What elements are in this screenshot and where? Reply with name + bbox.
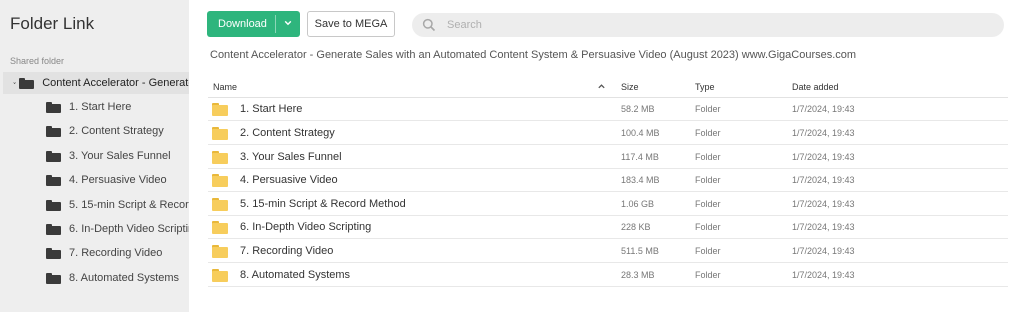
divider <box>275 15 276 33</box>
folder-icon <box>212 245 228 258</box>
table-row[interactable]: 2. Content Strategy 100.4 MB Folder 1/7/… <box>208 122 1008 145</box>
sidebar-item-label: 5. 15-min Script & Record Method <box>69 199 189 211</box>
row-size: 183.4 MB <box>621 175 660 185</box>
folder-icon <box>212 198 228 211</box>
folder-icon <box>212 269 228 282</box>
table-row[interactable]: 4. Persuasive Video 183.4 MB Folder 1/7/… <box>208 169 1008 192</box>
row-size: 1.06 GB <box>621 199 655 209</box>
sidebar-item[interactable]: 6. In-Depth Video Scripting <box>46 220 189 238</box>
folder-icon <box>212 127 228 140</box>
row-date: 1/7/2024, 19:43 <box>792 104 855 114</box>
sidebar-item[interactable]: 2. Content Strategy <box>46 122 189 140</box>
row-date: 1/7/2024, 19:43 <box>792 175 855 185</box>
row-name: 2. Content Strategy <box>240 127 335 139</box>
save-to-mega-button[interactable]: Save to MEGA <box>307 11 395 37</box>
row-type: Folder <box>695 104 721 114</box>
table-row[interactable]: 6. In-Depth Video Scripting 228 KB Folde… <box>208 216 1008 239</box>
row-date: 1/7/2024, 19:43 <box>792 246 855 256</box>
row-type: Folder <box>695 175 721 185</box>
folder-icon <box>46 125 61 137</box>
folder-icon <box>212 151 228 164</box>
row-size: 228 KB <box>621 222 651 232</box>
sidebar-item-label: 4. Persuasive Video <box>69 174 167 186</box>
row-name: 8. Automated Systems <box>240 269 351 281</box>
table-header: Name Size Type Date added <box>208 76 1008 98</box>
sidebar-item[interactable]: 7. Recording Video <box>46 244 189 262</box>
folder-icon <box>212 103 228 116</box>
folder-icon <box>46 272 61 284</box>
row-size: 28.3 MB <box>621 270 655 280</box>
table-row[interactable]: 3. Your Sales Funnel 117.4 MB Folder 1/7… <box>208 146 1008 169</box>
row-size: 117.4 MB <box>621 152 659 162</box>
download-button[interactable]: Download <box>207 11 300 37</box>
column-header-name[interactable]: Name <box>213 82 237 92</box>
table-row[interactable]: 7. Recording Video 511.5 MB Folder 1/7/2… <box>208 240 1008 263</box>
table-row[interactable]: 1. Start Here 58.2 MB Folder 1/7/2024, 1… <box>208 98 1008 121</box>
row-name: 7. Recording Video <box>240 245 334 257</box>
sidebar-item[interactable]: 1. Start Here <box>46 98 189 116</box>
search-icon <box>422 18 436 32</box>
folder-icon <box>46 174 61 186</box>
column-header-date[interactable]: Date added <box>792 82 839 92</box>
sort-ascending-icon[interactable] <box>597 82 606 91</box>
folder-icon <box>46 247 61 259</box>
row-type: Folder <box>695 222 721 232</box>
folder-icon <box>212 174 228 187</box>
row-name: 4. Persuasive Video <box>240 174 338 186</box>
row-date: 1/7/2024, 19:43 <box>792 199 855 209</box>
table-row[interactable]: 8. Automated Systems 28.3 MB Folder 1/7/… <box>208 264 1008 287</box>
sidebar-item-label: 6. In-Depth Video Scripting <box>69 223 189 235</box>
sidebar-item-label: 2. Content Strategy <box>69 125 164 137</box>
sidebar-item[interactable]: 5. 15-min Script & Record Method <box>46 196 189 214</box>
row-name: 1. Start Here <box>240 103 303 115</box>
sidebar-item-label: 3. Your Sales Funnel <box>69 150 171 162</box>
row-type: Folder <box>695 199 721 209</box>
search-input[interactable] <box>447 19 947 31</box>
folder-icon <box>46 150 61 162</box>
row-type: Folder <box>695 152 721 162</box>
table-row[interactable]: 5. 15-min Script & Record Method 1.06 GB… <box>208 193 1008 216</box>
row-type: Folder <box>695 246 721 256</box>
row-date: 1/7/2024, 19:43 <box>792 222 855 232</box>
row-date: 1/7/2024, 19:43 <box>792 270 855 280</box>
row-size: 511.5 MB <box>621 246 659 256</box>
sidebar-item[interactable]: 8. Automated Systems <box>46 269 189 287</box>
row-type: Folder <box>695 270 721 280</box>
folder-icon <box>212 221 228 234</box>
row-date: 1/7/2024, 19:43 <box>792 152 855 162</box>
folder-icon <box>19 77 35 89</box>
search-bar[interactable] <box>412 13 1004 37</box>
download-button-label: Download <box>218 18 267 30</box>
sidebar-root-label: Content Accelerator - Generate Sales wit… <box>42 77 189 89</box>
chevron-down-icon[interactable] <box>284 19 292 27</box>
row-type: Folder <box>695 128 721 138</box>
chevron-down-icon[interactable] <box>13 78 16 88</box>
sidebar-item[interactable]: 4. Persuasive Video <box>46 171 189 189</box>
sidebar: Folder Link Shared folder Content Accele… <box>0 0 189 312</box>
row-size: 100.4 MB <box>621 128 660 138</box>
row-date: 1/7/2024, 19:43 <box>792 128 855 138</box>
sidebar-root-folder[interactable]: Content Accelerator - Generate Sales wit… <box>3 72 189 94</box>
breadcrumb: Content Accelerator - Generate Sales wit… <box>210 49 857 61</box>
folder-icon <box>46 101 61 113</box>
sidebar-item-label: 8. Automated Systems <box>69 272 180 284</box>
row-name: 6. In-Depth Video Scripting <box>240 221 372 233</box>
mega-folder-link-app: Folder Link Shared folder Content Accele… <box>0 0 1024 312</box>
folder-icon <box>46 223 61 235</box>
sidebar-section-label: Shared folder <box>10 56 65 66</box>
row-size: 58.2 MB <box>621 104 655 114</box>
column-header-size[interactable]: Size <box>621 82 639 92</box>
row-name: 3. Your Sales Funnel <box>240 151 342 163</box>
column-header-type[interactable]: Type <box>695 82 715 92</box>
sidebar-item[interactable]: 3. Your Sales Funnel <box>46 147 189 165</box>
sidebar-title: Folder Link <box>10 14 95 33</box>
folder-icon <box>46 199 61 211</box>
sidebar-item-label: 1. Start Here <box>69 101 132 113</box>
sidebar-item-label: 7. Recording Video <box>69 247 163 259</box>
row-name: 5. 15-min Script & Record Method <box>240 198 406 210</box>
